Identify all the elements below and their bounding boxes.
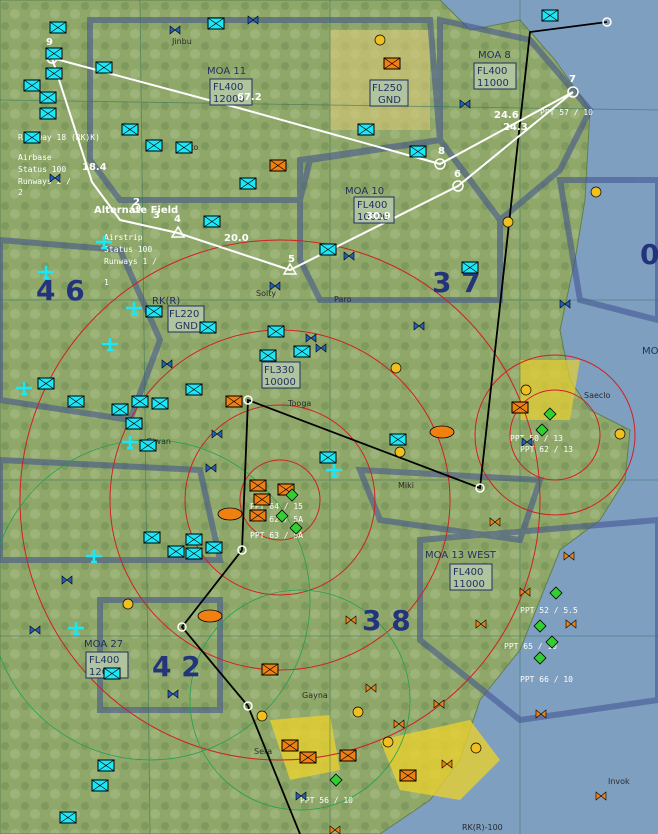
sector-number: 3 8 [362, 604, 411, 637]
pc-icon[interactable] [429, 425, 455, 439]
moa-top: FL400 [477, 66, 507, 77]
airbase-info-line: 2 [18, 188, 23, 197]
moa-name: MOA 10 [345, 186, 384, 197]
floor-top: FL330 [264, 365, 294, 376]
bottom-label: RK(R)-100 [462, 823, 503, 832]
hq-icon[interactable] [352, 706, 364, 718]
airbase-info-line: Airbase [18, 153, 52, 162]
floor-top: FL220 [169, 309, 199, 320]
hq-icon[interactable] [590, 186, 602, 198]
hq-icon[interactable] [614, 428, 626, 440]
hq-icon[interactable] [502, 216, 514, 228]
pc-icon[interactable] [217, 507, 243, 521]
ppt-label: PPT 66 / 10 [520, 675, 573, 684]
floor-bottom: GND [175, 321, 198, 332]
leg-distance: 24.3 [503, 122, 528, 133]
map-canvas[interactable]: MOA 11 FL400 12000 MOA 8 FL400 11000 MOA… [0, 0, 658, 834]
hq-icon[interactable] [256, 710, 268, 722]
ppt-label: PPT 62 / 13 [520, 445, 573, 454]
leg-distance: 67.2 [237, 92, 262, 103]
floor-bottom: GND [378, 95, 401, 106]
hq-icon[interactable] [374, 34, 386, 46]
moa-top: FL400 [453, 567, 483, 578]
town-label: Saeclo [584, 391, 611, 400]
pc-icon[interactable] [197, 609, 223, 623]
moa-name: MOA 13 WEST [425, 550, 497, 561]
floor-bottom: 10000 [264, 377, 296, 388]
sector-number: 4 2 [152, 650, 201, 683]
ppt-label: PPT 50 / 13 [510, 434, 563, 443]
waypoint-label: 5 [288, 254, 295, 265]
waypoint-label: 8 [438, 146, 445, 157]
moa-bottom: 11000 [477, 78, 509, 89]
hq-icon[interactable] [382, 736, 394, 748]
hq-icon[interactable] [390, 362, 402, 374]
airbase-info-line: Airstrip [104, 233, 143, 242]
moa-bottom: 11000 [453, 579, 485, 590]
airbase-info-line: Status 100 [18, 165, 66, 174]
floor-top: FL250 [372, 83, 402, 94]
hq-icon[interactable] [470, 742, 482, 754]
town-label: Paro [334, 295, 351, 304]
airbase-info-line: Runways 2 / [18, 177, 71, 186]
leg-distance: 20.0 [224, 233, 249, 244]
waypoint-label: 7 [569, 74, 576, 85]
sector-number: 0 [640, 238, 658, 271]
town-label: Tooga [287, 399, 311, 408]
moa-name: MOA 27 [84, 639, 123, 650]
airbase-info-line: 1 [104, 278, 109, 287]
town-label: Invok [608, 777, 630, 786]
airbase-info-line: Status 100 [104, 245, 152, 254]
town-label: Miki [398, 481, 414, 490]
town-label: Solty [256, 289, 276, 298]
leg-distance: 30.9 [366, 211, 391, 222]
hq-icon[interactable] [394, 446, 406, 458]
leg-distance: 24.6 [494, 110, 519, 121]
ppt-label: PPT 57 / 10 [540, 108, 593, 117]
tactical-map[interactable]: MOA 11 FL400 12000 MOA 8 FL400 11000 MOA… [0, 0, 658, 834]
waypoint-label: 9 [46, 37, 53, 48]
town-label: Gayna [302, 691, 328, 700]
waypoint-label: 6 [454, 169, 461, 180]
moa-top: FL400 [357, 200, 387, 211]
moa-name: MOA 8 [478, 50, 511, 61]
alternate-field-label: Alternate Field [94, 205, 178, 216]
airbase-info-line: Runways 1 / [104, 257, 157, 266]
airbase-name: RK(R) [152, 296, 180, 307]
hq-icon[interactable] [520, 384, 532, 396]
moa-name: MO [642, 346, 658, 357]
ppt-label: PPT 52 / 5.5 [520, 606, 578, 615]
moa-top: FL400 [89, 655, 119, 666]
leg-distance: 18.4 [82, 162, 107, 173]
hq-icon[interactable] [122, 598, 134, 610]
town-label: Jinbu [171, 37, 192, 46]
town-label: Sera [254, 747, 272, 756]
ppt-label: PPT 56 / 10 [300, 796, 353, 805]
moa-name: MOA 11 [207, 66, 246, 77]
